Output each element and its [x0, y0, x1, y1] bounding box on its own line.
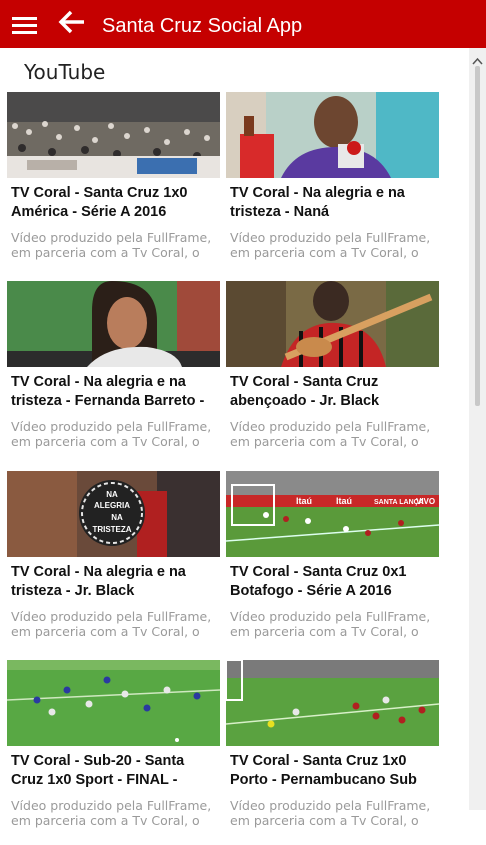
video-thumbnail[interactable]: NA ALEGRIA NA TRISTEZA: [7, 471, 220, 557]
video-description: Vídeo produzido pela FullFrame, em parce…: [230, 419, 431, 449]
video-title[interactable]: TV Coral - Santa Cruz 0x1 Botafogo - Sér…: [230, 563, 436, 601]
video-title[interactable]: TV Coral - Santa Cruz 1x0 Porto - Pernam…: [230, 752, 436, 790]
video-card[interactable]: TV Coral - Santa Cruz 1x0 Porto - Pernam…: [226, 660, 439, 845]
video-card[interactable]: TV Coral - Na alegria e na tristeza - Na…: [226, 92, 439, 277]
thumbnail-text: Itaú: [296, 496, 312, 506]
video-title[interactable]: TV Coral - Na alegria e na tristeza - Jr…: [11, 563, 217, 601]
thumbnail-text: NA: [106, 490, 118, 499]
video-card[interactable]: TV Coral - Na alegria e na tristeza - Fe…: [7, 281, 220, 466]
app-bar: Santa Cruz Social App: [0, 0, 486, 48]
thumbnail-text: NA: [111, 513, 123, 522]
app-title: Santa Cruz Social App: [102, 15, 303, 37]
video-card[interactable]: NA ALEGRIA NA TRISTEZA TV Coral - Na ale…: [7, 471, 220, 656]
video-title[interactable]: TV Coral - Santa Cruz 1x0 América - Séri…: [11, 184, 217, 222]
video-card[interactable]: TV Coral - Santa Cruz 1x0 América - Séri…: [7, 92, 220, 277]
scrollbar-thumb[interactable]: [475, 66, 480, 406]
page-heading: YouTube: [24, 60, 106, 84]
vertical-scrollbar[interactable]: [469, 48, 486, 810]
thumbnail-text: Itaú: [336, 496, 352, 506]
thumbnail-text: VIVO: [416, 497, 435, 506]
video-card[interactable]: Itaú Itaú SANTA LANÇA VIVO TV Coral - Sa…: [226, 471, 439, 656]
video-title[interactable]: TV Coral - Santa Cruz abençoado - Jr. Bl…: [230, 373, 436, 411]
video-title[interactable]: TV Coral - Na alegria e na tristeza - Fe…: [11, 373, 217, 411]
video-description: Vídeo produzido pela FullFrame, em parce…: [11, 230, 212, 260]
video-description: Vídeo produzido pela FullFrame, em parce…: [230, 609, 431, 639]
back-arrow-icon[interactable]: [58, 10, 88, 36]
video-card[interactable]: TV Coral - Santa Cruz abençoado - Jr. Bl…: [226, 281, 439, 466]
thumbnail-text: ALEGRIA: [94, 501, 130, 510]
video-thumbnail[interactable]: [7, 281, 220, 367]
video-description: Vídeo produzido pela FullFrame, em parce…: [11, 798, 212, 828]
video-description: Vídeo produzido pela FullFrame, em parce…: [11, 609, 212, 639]
scroll-up-arrow-icon[interactable]: [469, 52, 486, 65]
video-title[interactable]: TV Coral - Na alegria e na tristeza - Na…: [230, 184, 436, 222]
thumbnail-text: TRISTEZA: [92, 525, 131, 534]
video-thumbnail[interactable]: [226, 660, 439, 746]
video-title[interactable]: TV Coral - Sub-20 - Santa Cruz 1x0 Sport…: [11, 752, 217, 790]
video-thumbnail[interactable]: [226, 281, 439, 367]
video-thumbnail[interactable]: [7, 92, 220, 178]
video-description: Vídeo produzido pela FullFrame, em parce…: [11, 419, 212, 449]
video-description: Vídeo produzido pela FullFrame, em parce…: [230, 230, 431, 260]
video-description: Vídeo produzido pela FullFrame, em parce…: [230, 798, 431, 828]
video-card[interactable]: TV Coral - Sub-20 - Santa Cruz 1x0 Sport…: [7, 660, 220, 845]
video-thumbnail[interactable]: [226, 92, 439, 178]
hamburger-menu-icon[interactable]: [12, 17, 37, 35]
video-thumbnail[interactable]: Itaú Itaú SANTA LANÇA VIVO: [226, 471, 439, 557]
video-thumbnail[interactable]: [7, 660, 220, 746]
